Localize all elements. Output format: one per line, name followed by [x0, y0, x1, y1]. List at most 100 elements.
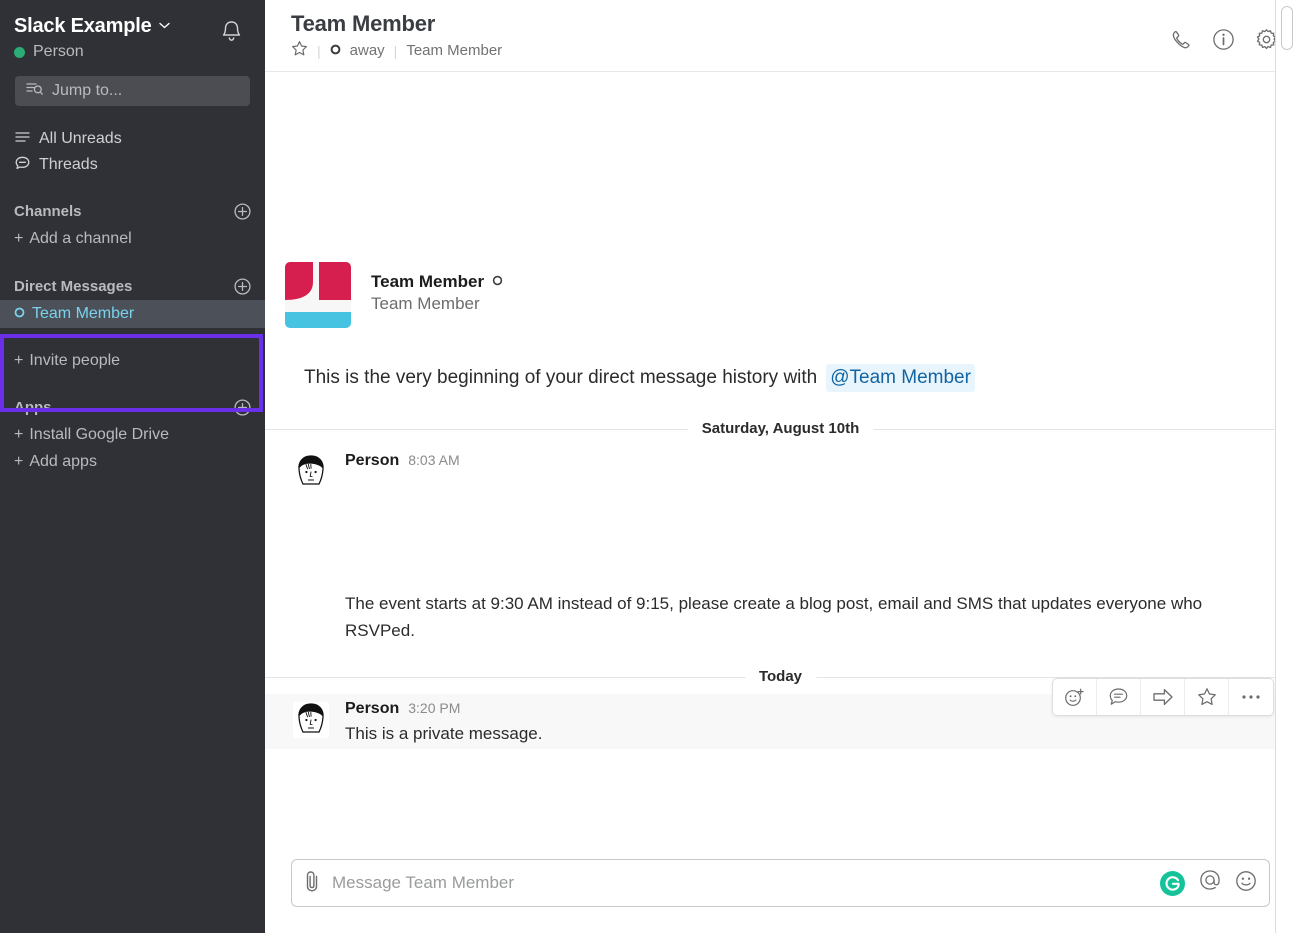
channels-section-header[interactable]: Channels	[0, 198, 265, 225]
sidebar-item-label: Add apps	[29, 453, 97, 471]
sidebar-item-add-a-channel[interactable]: + Add a channel	[0, 225, 265, 252]
slack-app-window: Slack Example Person	[0, 0, 1297, 933]
header-member-name: Team Member	[406, 42, 502, 59]
plus-icon: +	[14, 352, 23, 370]
add-direct-message-plus-circle-icon[interactable]	[234, 278, 251, 295]
message-header: Person 8:03 AM	[345, 452, 1276, 470]
sidebar-item-label: Add a channel	[29, 230, 131, 248]
sidebar: Slack Example Person	[0, 0, 265, 933]
away-ring-icon	[330, 42, 341, 59]
sidebar-item-invite-people[interactable]: + Invite people	[0, 347, 265, 374]
plus-icon: +	[14, 426, 23, 444]
mention-pill-team-member[interactable]: @Team Member	[826, 364, 975, 392]
sidebar-item-label: All Unreads	[39, 130, 122, 148]
current-user-name: Person	[33, 42, 84, 62]
plus-icon: +	[14, 230, 23, 248]
sidebar-item-label: Team Member	[32, 305, 134, 323]
dm-intro-text-block: Team Member Team Member	[371, 262, 503, 314]
jump-to-label: Jump to...	[52, 82, 122, 100]
sidebar-nav: All Unreads Threads	[0, 126, 265, 178]
meta-separator: |	[394, 43, 398, 59]
more-options-icon[interactable]	[1229, 679, 1273, 715]
message-input[interactable]: Message Team Member	[332, 873, 1150, 893]
date-divider-label: Today	[745, 668, 816, 685]
message-composer[interactable]: Message Team Member	[291, 859, 1270, 907]
composer-icons	[1160, 869, 1257, 897]
apps-section-title: Apps	[9, 399, 52, 416]
message-body: Person 8:03 AM The event starts at 9:30 …	[345, 452, 1276, 644]
conversation-header-actions	[1170, 28, 1278, 56]
meta-separator: |	[317, 43, 321, 59]
info-circle-icon[interactable]	[1212, 28, 1235, 56]
add-reaction-icon[interactable]	[1053, 679, 1097, 715]
jump-to-search-icon	[26, 81, 43, 101]
avatar-person	[293, 454, 329, 490]
star-outline-icon[interactable]	[1185, 679, 1229, 715]
dm-intro-name: Team Member	[371, 272, 484, 292]
dm-intro-block: Team Member Team Member This is the very…	[265, 72, 1296, 392]
grammarly-icon[interactable]	[1160, 871, 1185, 896]
avatar-team-member	[285, 262, 351, 328]
conversation-meta: | away | Team Member	[291, 40, 502, 61]
presence-online-icon	[14, 47, 25, 58]
status-text: away	[350, 42, 385, 59]
unreads-icon	[15, 130, 30, 148]
sidebar-item-dm-team-member[interactable]: Team Member	[0, 300, 265, 328]
sidebar-item-add-apps[interactable]: + Add apps	[0, 448, 265, 475]
date-divider-saturday: Saturday, August 10th	[265, 412, 1296, 446]
workspace-name: Slack Example	[14, 14, 152, 38]
dm-intro-name-row: Team Member	[371, 272, 503, 292]
thread-reply-icon[interactable]	[1097, 679, 1141, 715]
direct-messages-section-header[interactable]: Direct Messages	[0, 272, 265, 300]
mention-at-icon[interactable]	[1199, 869, 1221, 897]
plus-icon: +	[14, 453, 23, 471]
share-arrow-icon[interactable]	[1141, 679, 1185, 715]
message-timestamp[interactable]: 3:20 PM	[408, 700, 460, 716]
right-edge-rail	[1275, 0, 1297, 933]
message-text: The event starts at 9:30 AM instead of 9…	[345, 590, 1276, 644]
composer-container: Message Team Member	[265, 859, 1296, 933]
dm-intro-description: This is the very beginning of your direc…	[304, 364, 1296, 392]
sidebar-item-label: Threads	[39, 156, 98, 174]
message-author[interactable]: Person	[345, 452, 399, 470]
sidebar-item-install-google-drive[interactable]: + Install Google Drive	[0, 421, 265, 448]
channels-section-title: Channels	[9, 203, 82, 220]
apps-section-header[interactable]: Apps	[0, 394, 265, 421]
message-row[interactable]: Person 3:20 PM This is a private message…	[265, 694, 1296, 749]
notifications-bell-icon[interactable]	[220, 19, 243, 49]
workspace-switcher[interactable]: Slack Example	[14, 14, 170, 38]
add-app-plus-circle-icon[interactable]	[234, 399, 251, 416]
sidebar-item-label: Invite people	[29, 352, 120, 370]
conversation-header: Team Member | away | Team Member	[265, 0, 1296, 72]
message-row[interactable]: Person 8:03 AM The event starts at 9:30 …	[265, 446, 1296, 646]
chevron-down-icon	[159, 14, 170, 38]
main-panel: Team Member | away | Team Member	[265, 0, 1297, 933]
dm-intro-description-text: This is the very beginning of your direc…	[304, 365, 817, 391]
workspace-header[interactable]: Slack Example Person	[0, 6, 265, 62]
message-author[interactable]: Person	[345, 700, 399, 718]
sidebar-item-all-unreads[interactable]: All Unreads	[0, 126, 265, 152]
paperclip-icon[interactable]	[302, 869, 322, 898]
workspace-header-left: Slack Example Person	[14, 14, 170, 62]
away-ring-icon	[14, 305, 25, 323]
phone-call-icon[interactable]	[1170, 29, 1192, 56]
add-channel-plus-circle-icon[interactable]	[234, 203, 251, 220]
star-outline-icon[interactable]	[291, 40, 308, 61]
avatar-person	[293, 702, 329, 738]
message-text: This is a private message.	[345, 720, 1276, 747]
sidebar-item-threads[interactable]: Threads	[0, 152, 265, 178]
dm-intro-subtitle: Team Member	[371, 294, 503, 314]
page-title: Team Member	[291, 10, 502, 38]
emoji-smiley-icon[interactable]	[1235, 870, 1257, 897]
scrollbar-thumb[interactable]	[1281, 6, 1293, 50]
threads-icon	[15, 156, 30, 175]
away-ring-icon	[492, 273, 503, 291]
dm-intro-header: Team Member Team Member	[285, 262, 1296, 328]
sidebar-item-label: Install Google Drive	[29, 426, 169, 444]
conversation-header-left: Team Member | away | Team Member	[291, 10, 502, 61]
message-list[interactable]: Team Member Team Member This is the very…	[265, 72, 1296, 859]
current-user[interactable]: Person	[14, 42, 170, 62]
direct-messages-section-title: Direct Messages	[9, 278, 132, 295]
jump-to-search[interactable]: Jump to...	[15, 76, 250, 106]
message-timestamp[interactable]: 8:03 AM	[408, 452, 459, 468]
